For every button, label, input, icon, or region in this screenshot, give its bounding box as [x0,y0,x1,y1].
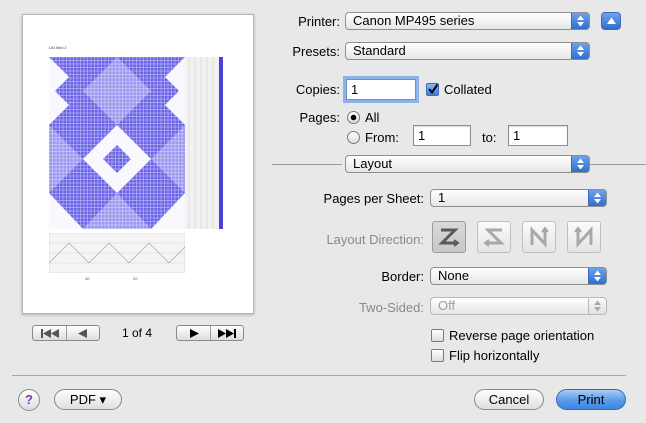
two-sided-value: Off [438,298,456,313]
previous-page-icon [78,329,87,338]
pages-range-radio[interactable] [347,131,360,144]
border-value: None [438,268,470,283]
select-arrows-icon [571,13,589,29]
section-value: Layout [353,156,393,171]
select-arrows-icon [571,156,589,172]
previous-page-button[interactable] [66,326,99,340]
next-page-button[interactable] [177,326,211,340]
presets-label: Presets: [292,44,340,59]
pages-all-radio[interactable] [347,111,360,124]
z-direction-icon [438,228,460,247]
presets-value: Standard [353,43,406,58]
border-label: Border: [381,269,424,284]
footer-separator [12,375,626,376]
page-indicator: 1 of 4 [122,326,153,340]
collated-checkbox[interactable] [426,83,439,96]
layout-direction-n-button[interactable] [522,221,556,253]
printer-select[interactable]: Canon MP495 series [345,12,590,30]
disclosure-button[interactable] [601,12,621,30]
pages-per-sheet-value: 1 [438,190,446,205]
border-select[interactable]: None [430,267,607,285]
pages-to-label: to: [482,130,497,145]
printer-value: Canon MP495 series [353,13,475,28]
s-direction-icon [483,228,505,247]
pages-per-sheet-label: Pages per Sheet: [323,191,424,206]
select-arrows-icon [588,298,606,314]
section-separator [272,164,342,165]
pages-from-field[interactable]: 1 [413,125,471,146]
chart-tick-label: 20 [133,276,138,281]
next-page-icon [190,329,199,338]
preview-back-controls [32,325,100,341]
section-select[interactable]: Layout [345,155,590,173]
select-arrows-icon [588,268,606,284]
select-arrows-icon [588,190,606,206]
two-sided-select[interactable]: Off [430,297,607,315]
last-page-icon [218,329,236,338]
print-button[interactable]: Print [556,389,626,410]
preview-forward-controls [176,325,244,341]
copies-field[interactable]: 1 [346,79,416,100]
checkmark-icon [428,84,438,94]
pages-label: Pages: [299,110,340,125]
collated-label: Collated [444,82,492,97]
chart-tick-label: 40 [85,276,90,281]
last-page-button[interactable] [210,326,243,340]
pdf-button[interactable]: PDF ▾ [54,389,122,410]
copies-label: Copies: [295,82,340,97]
preview-caption: LW-tiled 2 [49,45,67,50]
flip-horizontally-label: Flip horizontally [449,348,540,363]
n-direction-icon [530,226,549,248]
two-sided-label: Two-Sided: [358,300,424,315]
section-separator [590,164,646,165]
pages-per-sheet-select[interactable]: 1 [430,189,607,207]
collapse-triangle-icon [607,17,616,24]
flip-horizontally-checkbox[interactable] [431,349,444,362]
printer-label: Printer: [298,14,340,29]
layout-direction-reverse-n-button[interactable] [567,221,601,253]
help-button[interactable]: ? [18,389,40,411]
pages-from-label: From: [365,130,399,145]
page-preview: LW-tiled 2 40 20 [22,14,254,314]
first-page-button[interactable] [33,326,67,340]
pages-all-label: All [365,110,380,125]
pages-to-field[interactable]: 1 [508,125,568,146]
layout-direction-z-button[interactable] [432,221,466,253]
presets-select[interactable]: Standard [345,42,590,60]
reverse-n-direction-icon [574,226,593,248]
weaving-pattern-thumbnail [49,57,223,229]
layout-direction-s-button[interactable] [477,221,511,253]
help-icon: ? [25,392,33,407]
first-page-icon [41,329,59,338]
select-arrows-icon [571,43,589,59]
reverse-orientation-checkbox[interactable] [431,329,444,342]
cancel-button[interactable]: Cancel [474,389,544,410]
reverse-orientation-label: Reverse page orientation [449,328,595,343]
layout-direction-label: Layout Direction: [326,232,424,247]
tieup-thumbnail [49,233,185,273]
